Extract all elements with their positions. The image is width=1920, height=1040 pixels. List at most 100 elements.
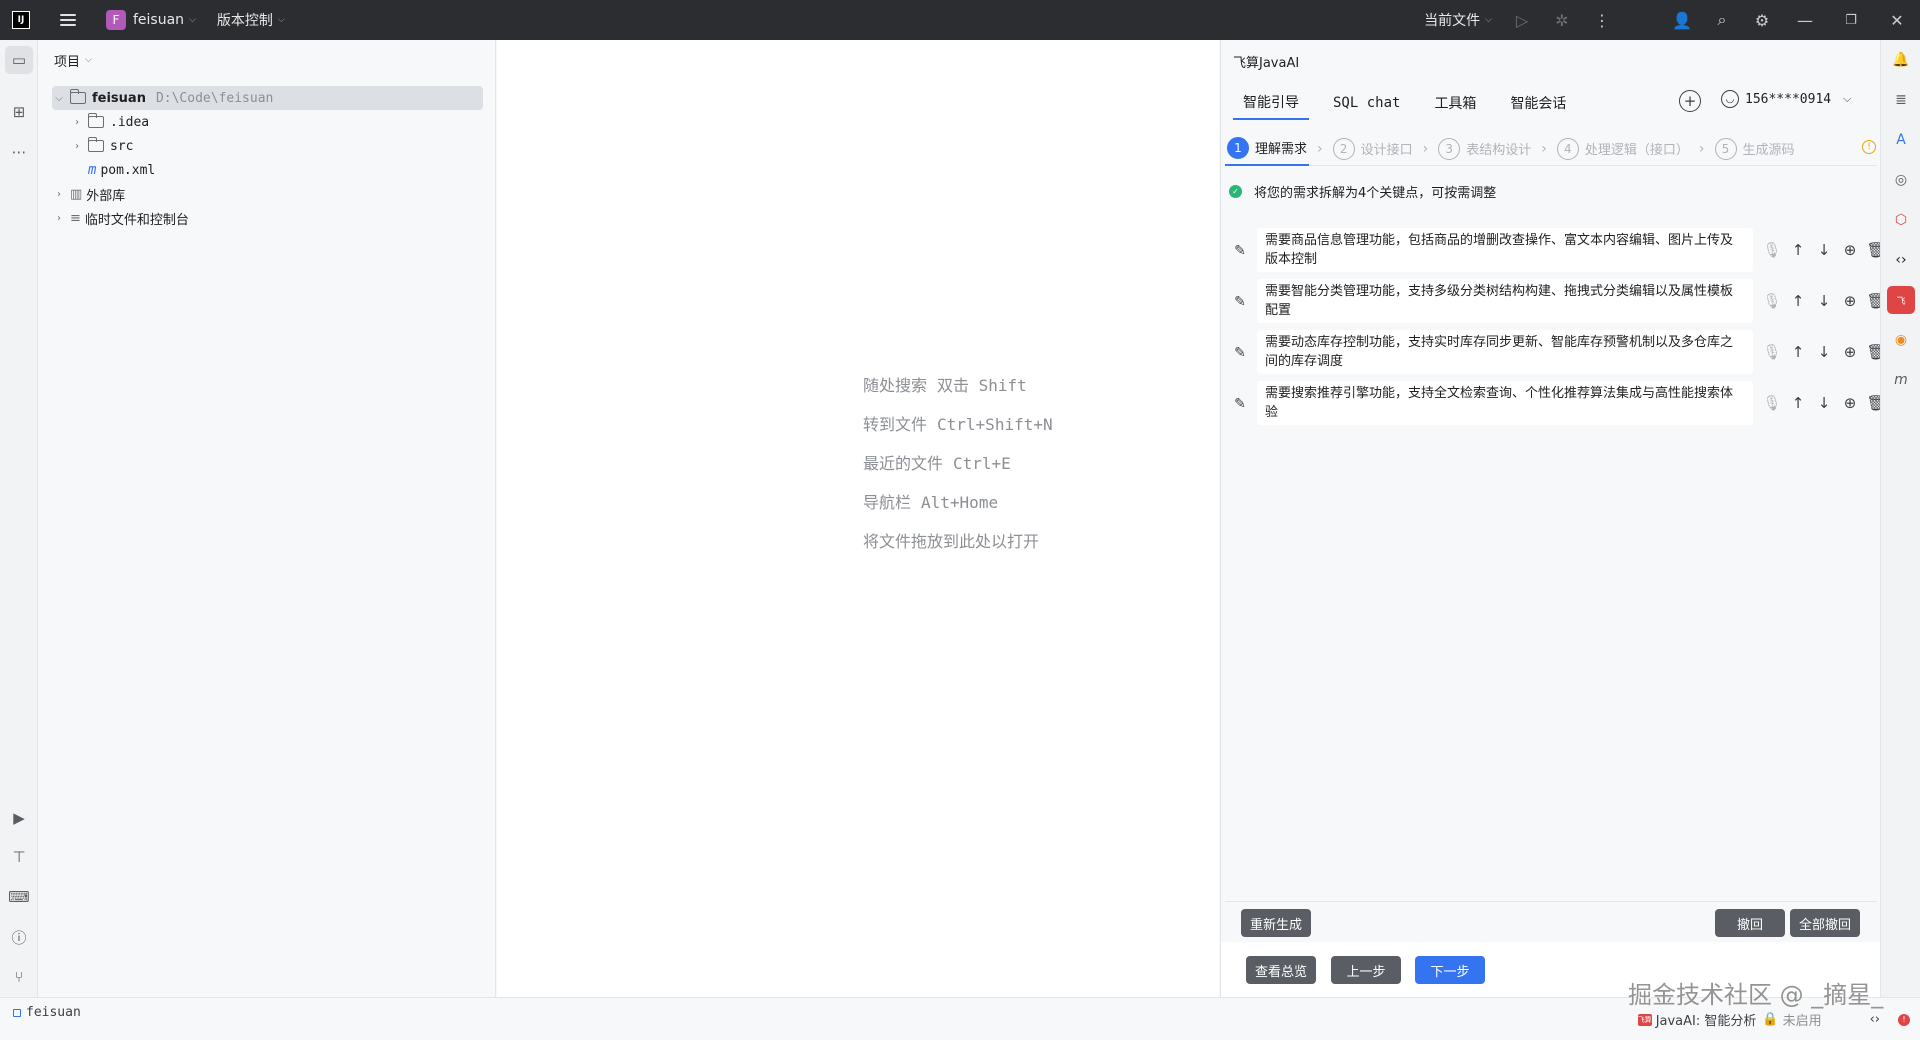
editor-hint: 将文件拖放到此处以打开 <box>863 528 1039 552</box>
move-down-icon[interactable]: ↓ <box>1811 391 1837 415</box>
module-folder-icon <box>70 89 86 104</box>
warning-icon[interactable]: ! <box>1862 140 1876 154</box>
code-tag-icon[interactable]: ‹› <box>1870 1012 1880 1027</box>
divider <box>1225 901 1877 902</box>
edit-icon[interactable]: ✎ <box>1229 342 1251 364</box>
step-generate-code[interactable]: 5 生成源码 <box>1713 132 1797 166</box>
error-indicator-icon[interactable]: ! <box>1898 1013 1910 1026</box>
step-label: 生成源码 <box>1742 143 1795 158</box>
add-circle-icon[interactable]: ⊕ <box>1837 289 1863 313</box>
step-logic[interactable]: 4 处理逻辑（接口） <box>1555 132 1691 166</box>
database-icon[interactable]: ≣ <box>1887 86 1915 114</box>
tree-row-idea[interactable]: › .idea <box>52 110 483 134</box>
move-up-icon[interactable]: ↑ <box>1785 391 1811 415</box>
close-icon[interactable]: ✕ <box>1874 0 1920 40</box>
microphone-icon[interactable]: 🎙 <box>1759 289 1785 313</box>
move-down-icon[interactable]: ↓ <box>1811 340 1837 364</box>
microphone-icon[interactable]: 🎙 <box>1759 340 1785 364</box>
undo-all-button[interactable]: 全部撤回 <box>1790 909 1860 937</box>
collapsed-arrow-icon[interactable]: › <box>52 189 66 200</box>
services-icon[interactable]: ▶ <box>5 804 33 832</box>
step-label: 处理逻辑（接口） <box>1584 143 1689 158</box>
structure-icon[interactable]: ⊞ <box>5 98 33 126</box>
translate-icon[interactable]: A <box>1887 126 1915 154</box>
expanded-arrow-icon[interactable]: ⌵ <box>52 93 66 104</box>
tab-smart-guide[interactable]: 智能引导 <box>1233 86 1309 120</box>
project-tool-icon[interactable]: ▭ <box>5 46 33 74</box>
edit-icon[interactable]: ✎ <box>1229 240 1251 262</box>
status-project[interactable]: feisuan <box>13 1005 81 1020</box>
tree-row-pom[interactable]: m pom.xml <box>52 158 483 182</box>
edit-icon[interactable]: ✎ <box>1229 291 1251 313</box>
feisuan-plugin-icon[interactable]: 飞 <box>1887 286 1915 314</box>
step-design-api[interactable]: 2 设计接口 <box>1331 132 1415 166</box>
terminal-icon[interactable]: ⌨ <box>5 883 33 911</box>
collapsed-arrow-icon[interactable]: › <box>70 117 84 128</box>
vcs-menu[interactable]: 版本控制 ⌵ <box>210 0 285 40</box>
requirement-text[interactable]: 需要商品信息管理功能，包括商品的增删改查操作、富文本内容编辑、图片上传及版本控制 <box>1257 228 1753 272</box>
tab-smart-chat[interactable]: 智能会话 <box>1500 86 1576 120</box>
tree-root-row[interactable]: ⌵ feisuan D:\Code\feisuan <box>52 86 483 110</box>
cube-plugin-icon[interactable]: ⬡ <box>1887 206 1915 234</box>
tab-sql-chat[interactable]: SQL chat <box>1323 86 1410 120</box>
collapsed-arrow-icon[interactable]: › <box>52 213 66 224</box>
run-icon[interactable]: ▷ <box>1502 0 1542 40</box>
step-table-design[interactable]: 3 表结构设计 <box>1436 132 1533 166</box>
hint-shortcut: 双击 Shift <box>937 376 1027 395</box>
view-overview-button[interactable]: 查看总览 <box>1246 956 1316 984</box>
previous-step-button[interactable]: 上一步 <box>1331 956 1401 984</box>
orange-plugin-icon[interactable]: ◉ <box>1887 326 1915 354</box>
code-tag-icon[interactable]: ‹› <box>1887 246 1915 274</box>
minimize-icon[interactable]: — <box>1782 0 1828 40</box>
move-down-icon[interactable]: ↓ <box>1811 289 1837 313</box>
hint-shortcut: Alt+Home <box>921 493 999 512</box>
web-globe-icon[interactable]: ◎ <box>1887 166 1915 194</box>
add-circle-icon[interactable]: ⊕ <box>1837 340 1863 364</box>
search-icon[interactable]: ⌕ <box>1702 0 1742 40</box>
requirement-text[interactable]: 需要搜索推荐引擎功能，支持全文检索查询、个性化推荐算法集成与高性能搜索体验 <box>1257 381 1753 425</box>
step-understand[interactable]: 1 理解需求 <box>1225 132 1310 166</box>
build-icon[interactable]: ⊤ <box>5 843 33 871</box>
add-circle-icon[interactable]: ⊕ <box>1837 391 1863 415</box>
maven-icon[interactable]: m <box>1887 366 1915 394</box>
main-menu-icon[interactable] <box>60 14 76 26</box>
move-up-icon[interactable]: ↑ <box>1785 340 1811 364</box>
plugin-status[interactable]: JavaAI: 智能分析 <box>1656 1010 1757 1029</box>
problems-icon[interactable]: ⓘ <box>5 923 33 951</box>
user-account-menu[interactable]: ◡ 156****0914 ⌵ <box>1721 90 1851 108</box>
move-up-icon[interactable]: ↑ <box>1785 289 1811 313</box>
edit-icon[interactable]: ✎ <box>1229 393 1251 415</box>
project-switcher[interactable]: F feisuan ⌵ <box>76 0 196 40</box>
tree-row-src[interactable]: › src <box>52 134 483 158</box>
microphone-icon[interactable]: 🎙 <box>1759 391 1785 415</box>
lock-status[interactable]: 未启用 <box>1783 1010 1822 1029</box>
module-square-icon <box>13 1008 21 1017</box>
microphone-icon[interactable]: 🎙 <box>1759 238 1785 262</box>
intellij-logo-icon[interactable]: IJ <box>12 11 30 29</box>
undo-button[interactable]: 撤回 <box>1715 909 1785 937</box>
move-down-icon[interactable]: ↓ <box>1811 238 1837 262</box>
more-tools-icon[interactable]: ⋯ <box>5 138 33 166</box>
tab-toolbox[interactable]: 工具箱 <box>1424 86 1486 120</box>
debug-icon[interactable]: ✲ <box>1542 0 1582 40</box>
requirement-text[interactable]: 需要动态库存控制功能，支持实时库存同步更新、智能库存预警机制以及多仓库之间的库存… <box>1257 330 1753 374</box>
editor-area[interactable]: 随处搜索 双击 Shift 转到文件 Ctrl+Shift+N 最近的文件 Ctrl+… <box>497 40 1219 997</box>
regenerate-button[interactable]: 重新生成 <box>1241 909 1311 937</box>
run-config-selector[interactable]: 当前文件 ⌵ <box>1417 0 1492 40</box>
restore-icon[interactable]: ❐ <box>1828 0 1874 40</box>
ai-tabs: 智能引导 SQL chat 工具箱 智能会话 <box>1233 86 1590 120</box>
add-user-icon[interactable]: 👤 <box>1662 0 1702 40</box>
add-circle-icon[interactable]: ⊕ <box>1837 238 1863 262</box>
requirement-text[interactable]: 需要智能分类管理功能，支持多级分类树结构构建、拖拽式分类编辑以及属性模板配置 <box>1257 279 1753 323</box>
git-icon[interactable]: ⑂ <box>5 963 33 991</box>
tree-row-scratches[interactable]: › ≡ 临时文件和控制台 <box>52 206 483 230</box>
new-session-plus-icon[interactable]: + <box>1679 90 1701 112</box>
more-actions-icon[interactable]: ⋮ <box>1582 0 1622 40</box>
move-up-icon[interactable]: ↑ <box>1785 238 1811 262</box>
collapsed-arrow-icon[interactable]: › <box>70 141 84 152</box>
next-step-button[interactable]: 下一步 <box>1415 956 1485 984</box>
notifications-bell-icon[interactable]: 🔔 <box>1887 46 1915 74</box>
project-panel-header[interactable]: 项目 ⌵ <box>38 40 495 80</box>
tree-row-external-libs[interactable]: › ▥ 外部库 <box>52 182 483 206</box>
settings-gear-icon[interactable]: ⚙ <box>1742 0 1782 40</box>
